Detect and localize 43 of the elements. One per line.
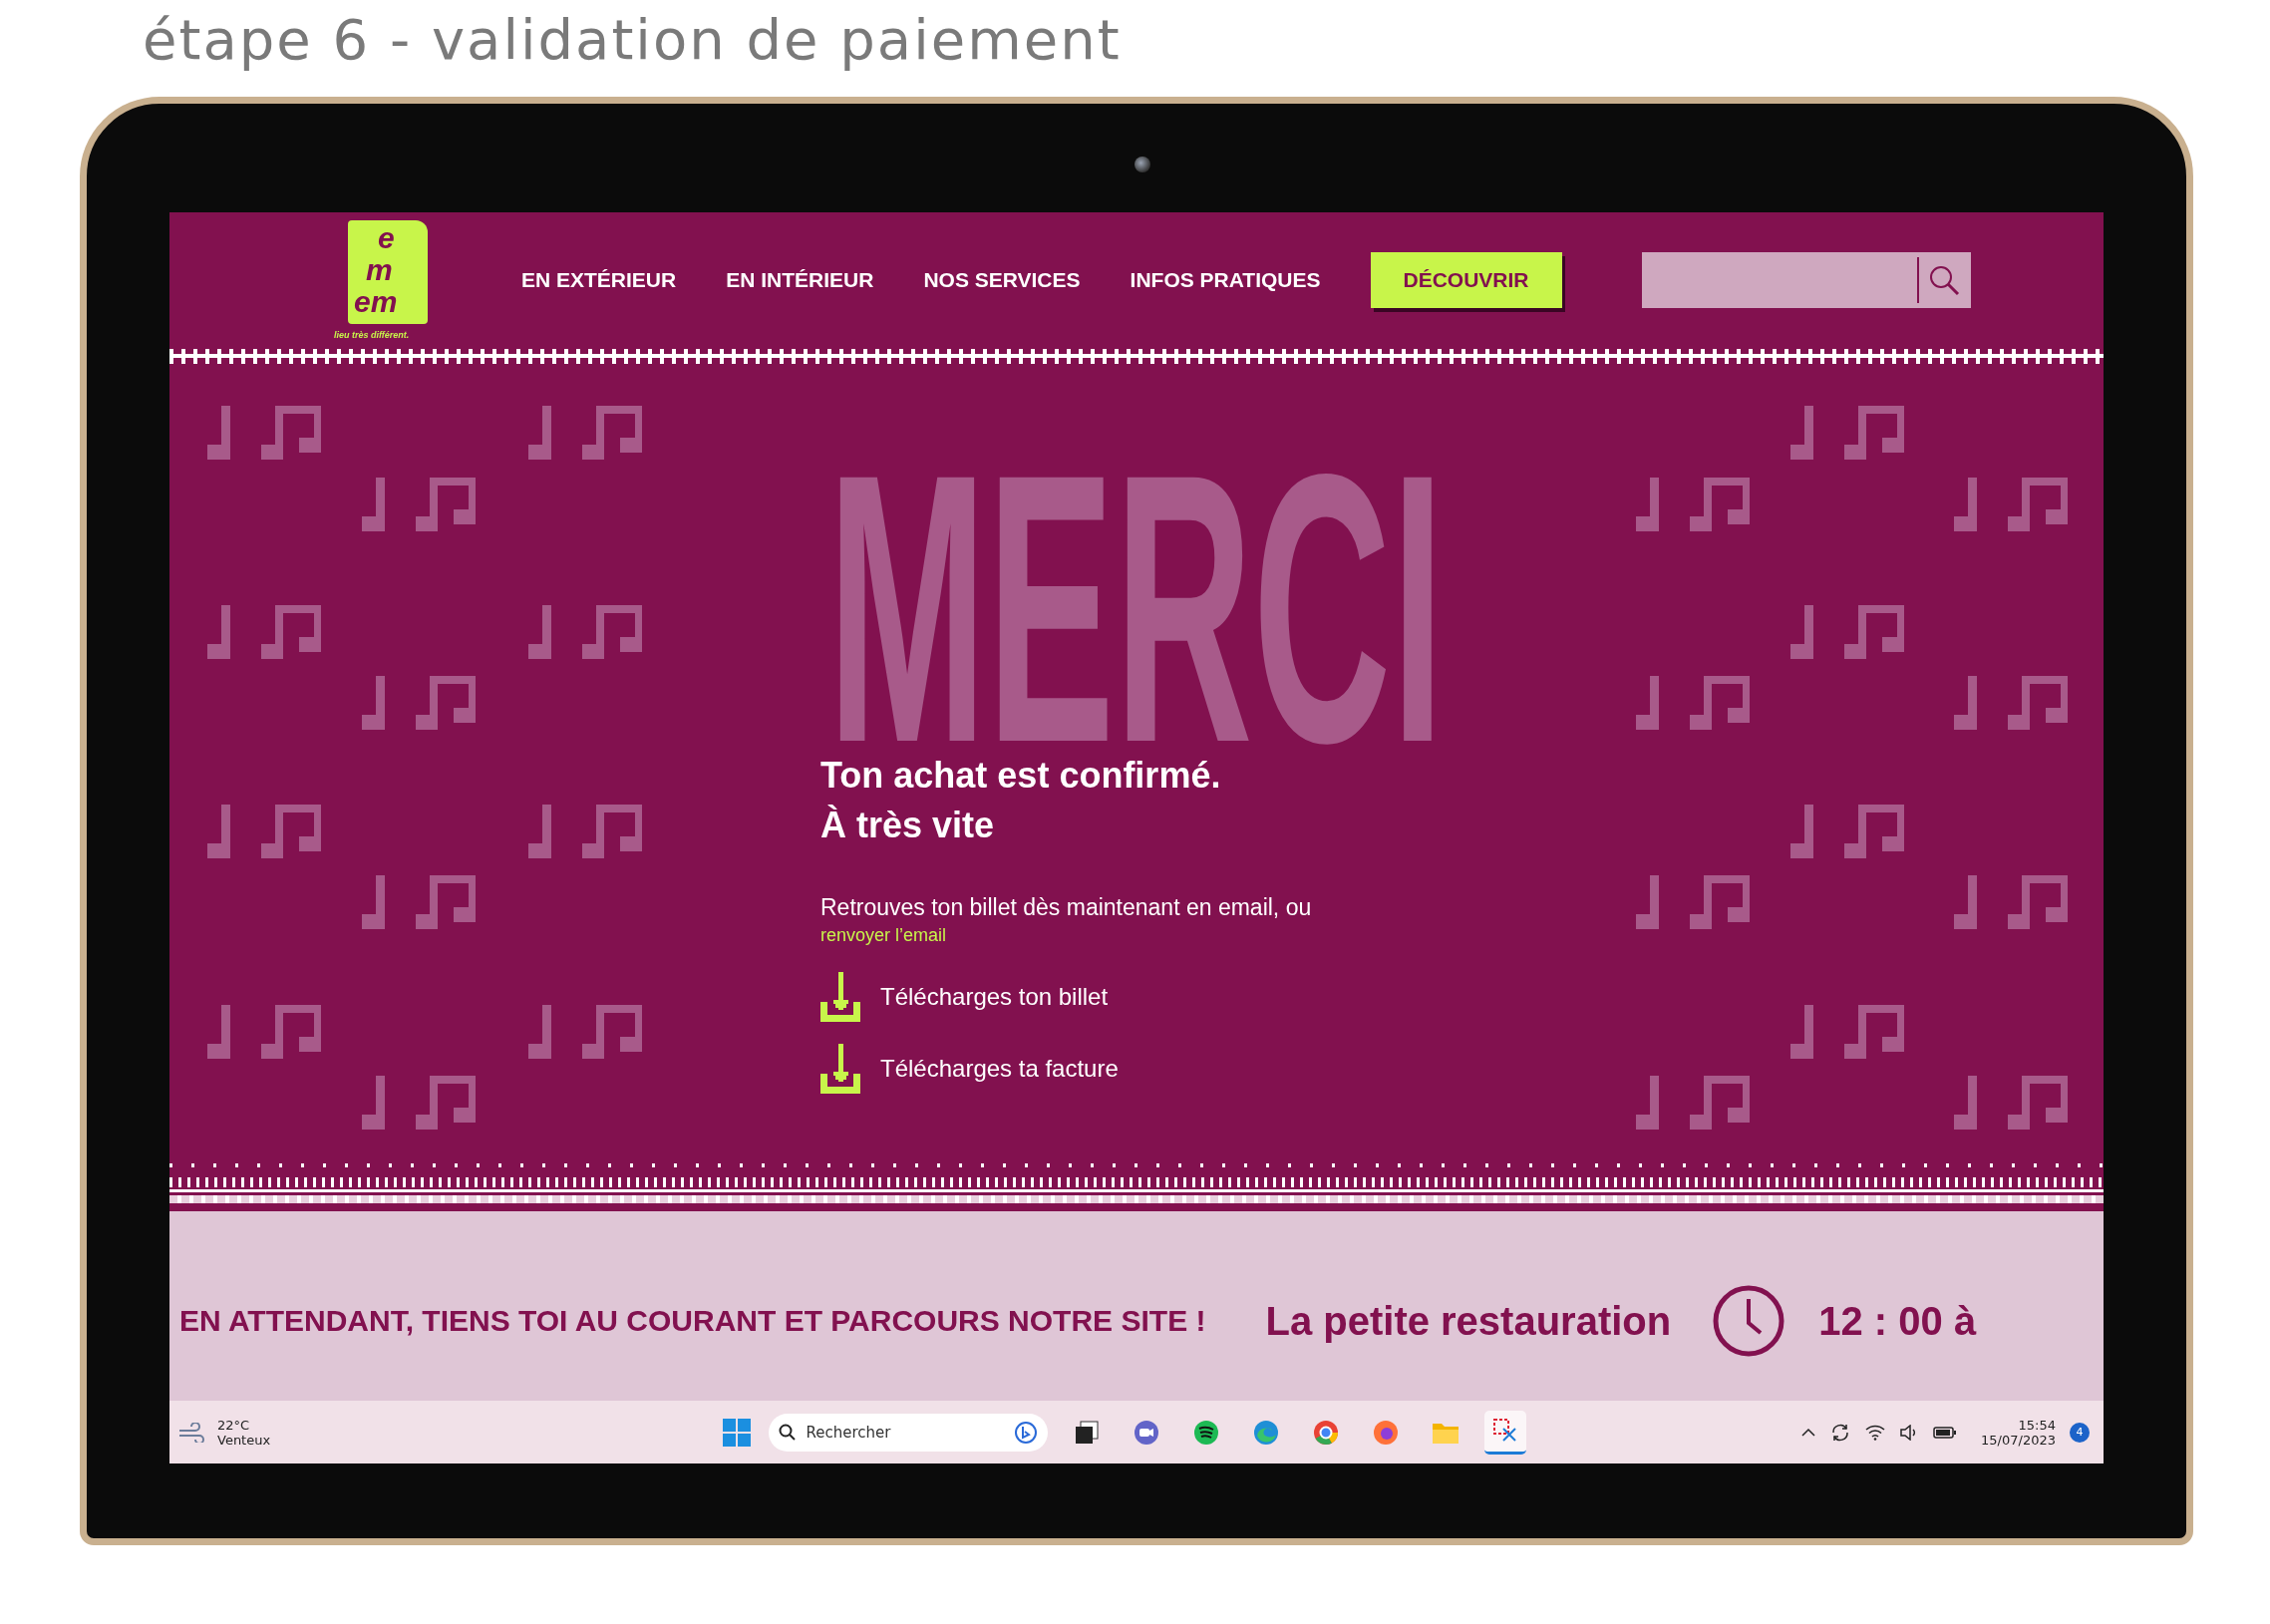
camera-icon (1135, 157, 1150, 172)
opening-hours: 12 : 00 à (1818, 1298, 1977, 1344)
bing-icon (1013, 1420, 1038, 1445)
search-icon (778, 1423, 797, 1442)
video-chat-icon (1132, 1418, 1160, 1447)
nav-link[interactable]: EN INTÉRIEUR (726, 267, 874, 292)
taskbar-date[interactable]: 15/07/2023 (1981, 1432, 2056, 1448)
nav-link[interactable]: EN EXTÉRIEUR (521, 267, 677, 292)
wifi-icon[interactable] (1865, 1424, 1886, 1441)
nav-link[interactable]: NOS SERVICES (923, 267, 1081, 292)
download-icon (820, 972, 860, 1022)
download-link[interactable]: Télécharges ta facture (820, 1044, 1119, 1094)
confirmation-heading: Ton achat est confirmé. (820, 754, 1221, 798)
logo-text: m (366, 253, 393, 286)
banner-headline: EN ATTENDANT, TIENS TOI AU COURANT ET PARCOURS NOTRE SITE ! (179, 1304, 1206, 1338)
logo-tagline: lieu très différent. (334, 329, 410, 340)
battery-icon[interactable] (1933, 1425, 1958, 1440)
confirmation-heading: À très vite (820, 804, 996, 847)
page-caption: étape 6 - validation de paiement (142, 6, 1123, 74)
taskbar-time[interactable]: 15:54 (2018, 1417, 2056, 1433)
merci-heading: MERCI (827, 462, 1465, 747)
venue-title: La petite restauration (1265, 1298, 1672, 1344)
search-field[interactable] (1641, 251, 1971, 308)
resend-email-link[interactable]: renvoyer l’email (820, 925, 947, 946)
windows-start-icon[interactable] (722, 1418, 751, 1447)
wind-icon (177, 1422, 205, 1443)
windows-icon (1073, 1419, 1100, 1446)
browser-icon (1251, 1418, 1280, 1447)
search-bar[interactable]: Rechercher (768, 1413, 1048, 1452)
email-message: Retrouves ton billet dès maintenant en email, ou (820, 894, 1312, 921)
browser-icon (1371, 1418, 1400, 1447)
download-link[interactable]: Télécharges ton billet (820, 972, 1119, 1022)
download-icon (820, 1044, 860, 1094)
chevron-up-icon[interactable] (1801, 1427, 1816, 1438)
logo-text: em (354, 285, 398, 318)
weather-temperature: 22°C (217, 1417, 251, 1433)
logo-text: e (378, 221, 395, 254)
music-app-icon (1191, 1418, 1220, 1447)
nav-link[interactable]: INFOS PRATIQUES (1130, 267, 1321, 292)
browser-icon (1311, 1418, 1340, 1447)
notification-badge[interactable]: 4 (2070, 1422, 2090, 1443)
weather-condition: Venteux (217, 1432, 271, 1448)
search-input[interactable]: Rechercher (804, 1422, 1006, 1443)
